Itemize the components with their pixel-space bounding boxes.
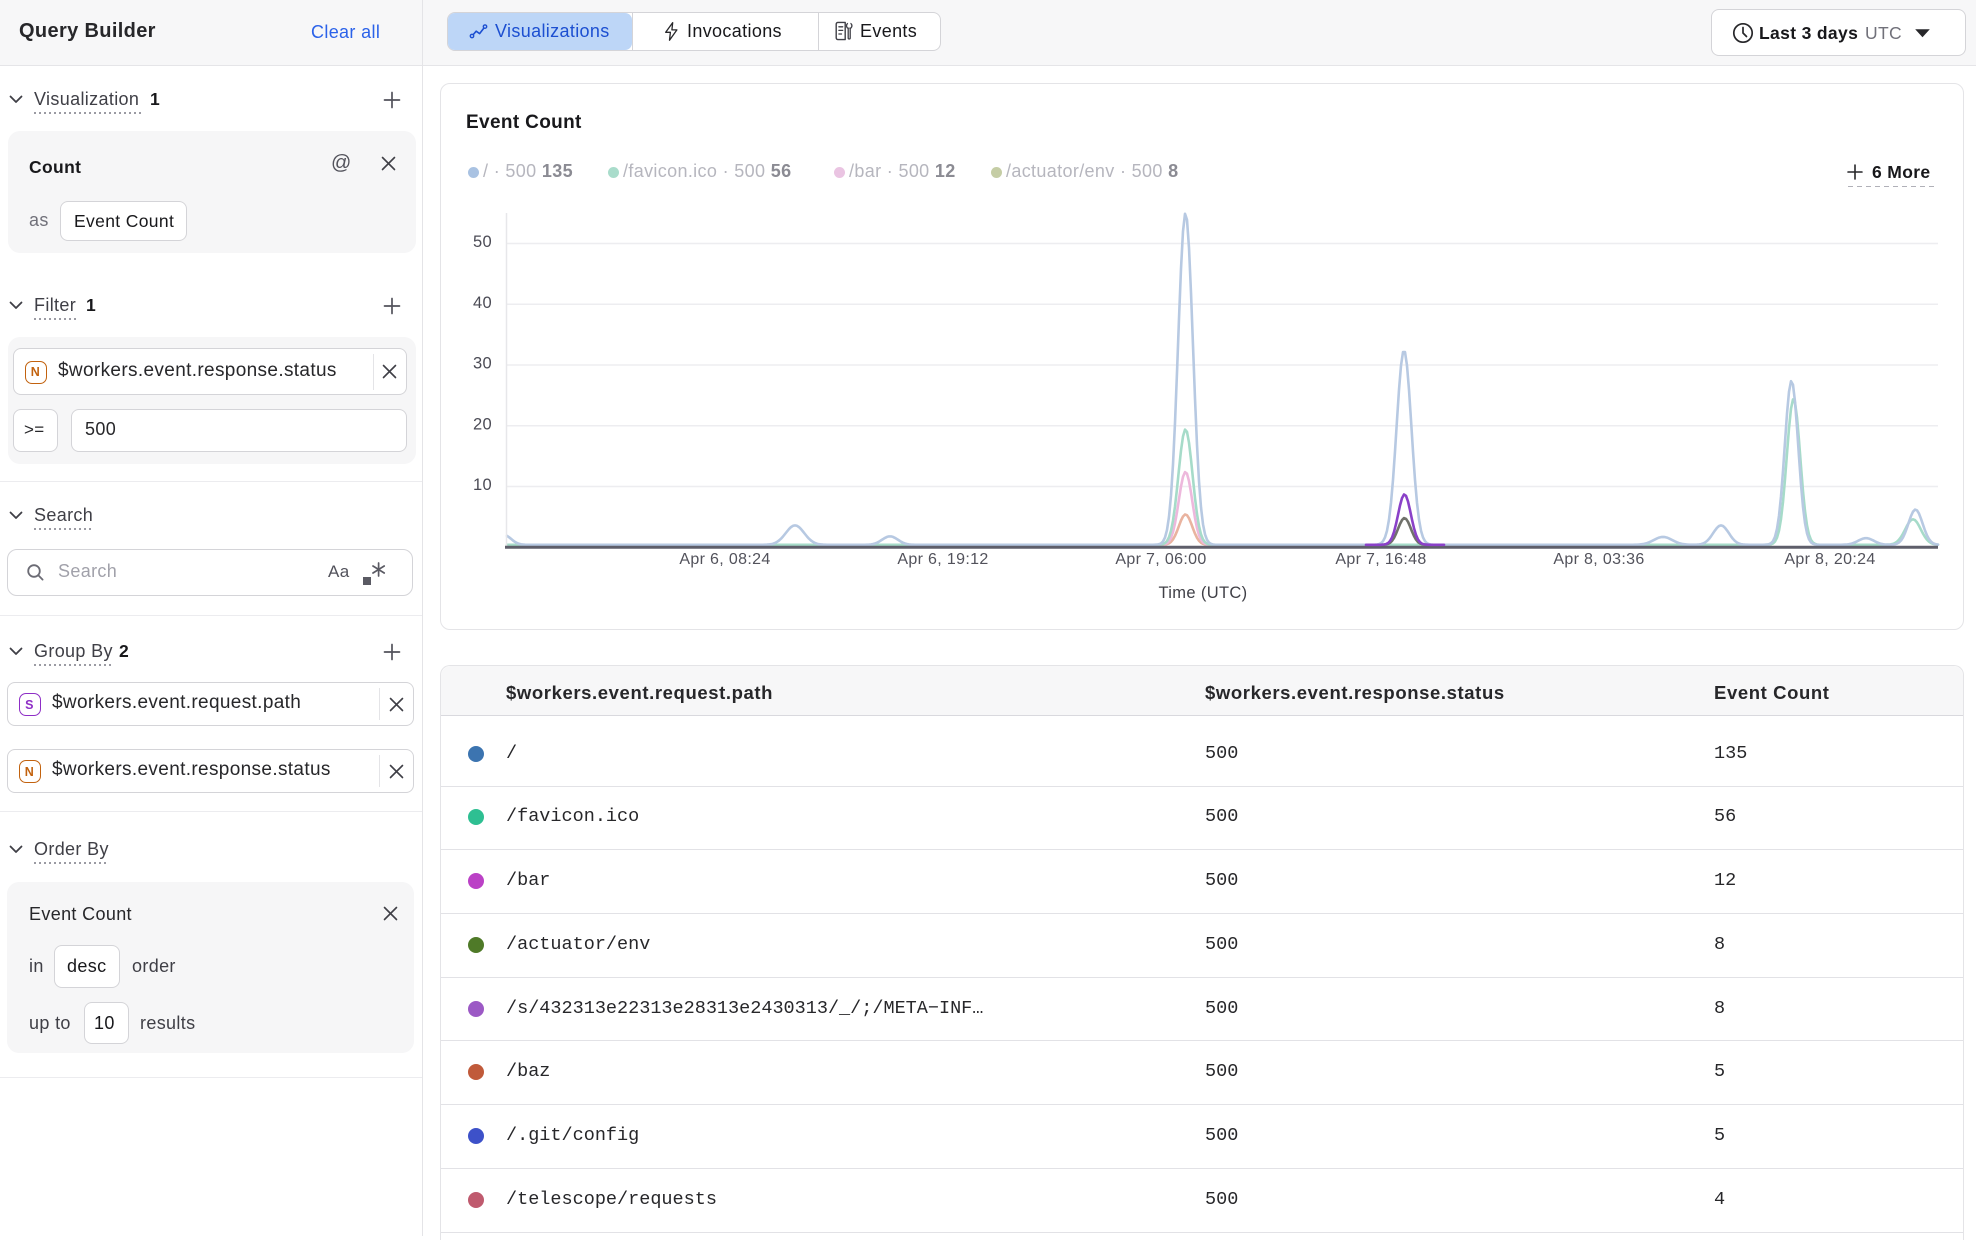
svg-text:30: 30 [473,355,492,373]
svg-text:Time (UTC): Time (UTC) [1158,584,1247,602]
svg-text:Apr 7, 06:00: Apr 7, 06:00 [1115,551,1206,568]
svg-text:Apr 7, 16:48: Apr 7, 16:48 [1335,551,1426,568]
svg-text:Apr 8, 20:24: Apr 8, 20:24 [1784,551,1875,568]
svg-text:50: 50 [473,233,492,251]
svg-text:40: 40 [473,294,492,312]
svg-text:Apr 6, 08:24: Apr 6, 08:24 [679,551,770,568]
svg-text:20: 20 [473,415,492,433]
svg-text:Apr 6, 19:12: Apr 6, 19:12 [897,551,988,568]
svg-text:Apr 8, 03:36: Apr 8, 03:36 [1553,551,1644,568]
svg-text:10: 10 [473,476,492,494]
